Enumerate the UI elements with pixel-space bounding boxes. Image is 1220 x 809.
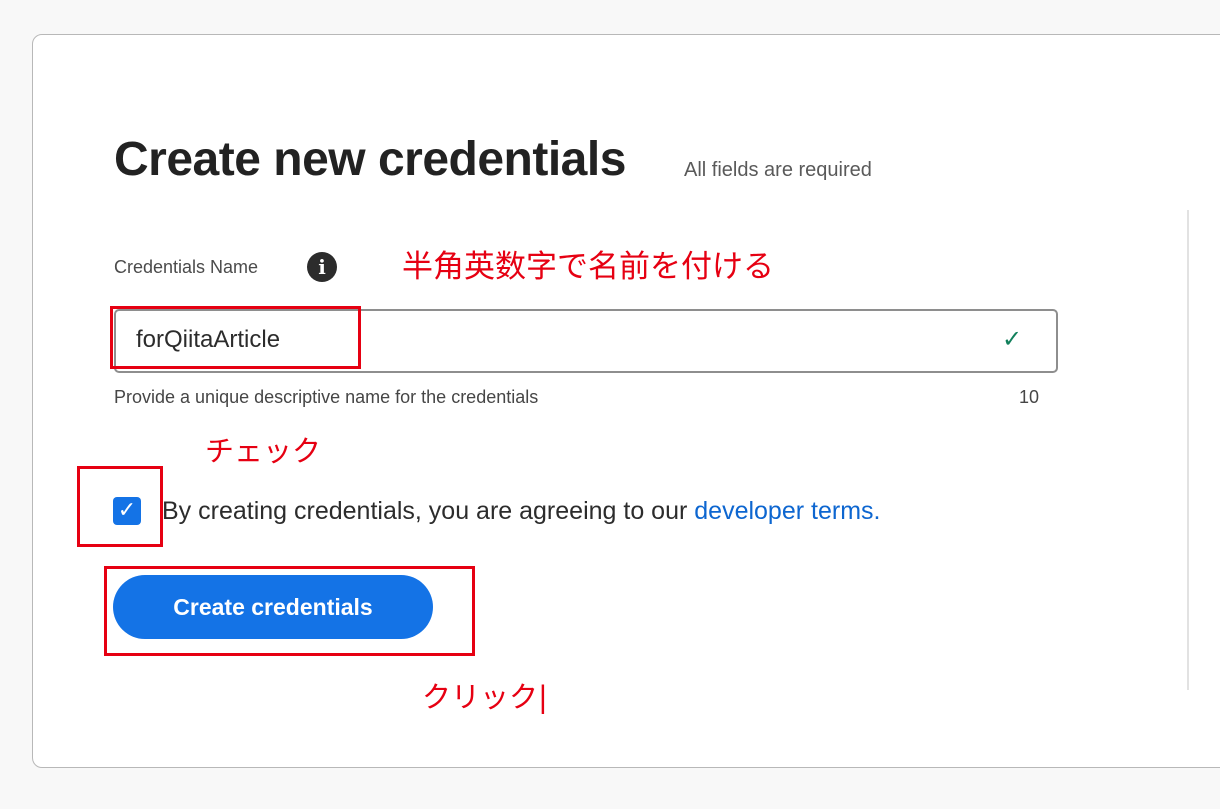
credentials-name-label: Credentials Name (114, 257, 259, 277)
annotation-name-note: 半角英数字で名前を付ける (402, 249, 774, 285)
annotation-box-checkbox (77, 466, 163, 547)
required-note: All fields are required (684, 159, 872, 181)
character-counter: 10 (1019, 387, 1040, 407)
page: Create new credentials All fields are re… (0, 0, 1220, 809)
annotation-click-note: クリック| (422, 680, 548, 714)
annotation-box-button (104, 566, 475, 656)
info-icon[interactable]: i (307, 252, 337, 282)
page-title: Create new credentials (114, 133, 626, 186)
field-help-text: Provide a unique descriptive name for th… (114, 387, 539, 407)
terms-statement: By creating credentials, you are agreein… (162, 496, 880, 526)
annotation-check-note: チェック (205, 434, 322, 468)
terms-text: By creating credentials, you are agreein… (162, 497, 695, 525)
checkmark-icon: ✓ (1001, 325, 1023, 353)
annotation-box-name (110, 306, 361, 369)
developer-terms-link[interactable]: developer terms. (694, 497, 880, 525)
vertical-divider (1187, 210, 1189, 690)
